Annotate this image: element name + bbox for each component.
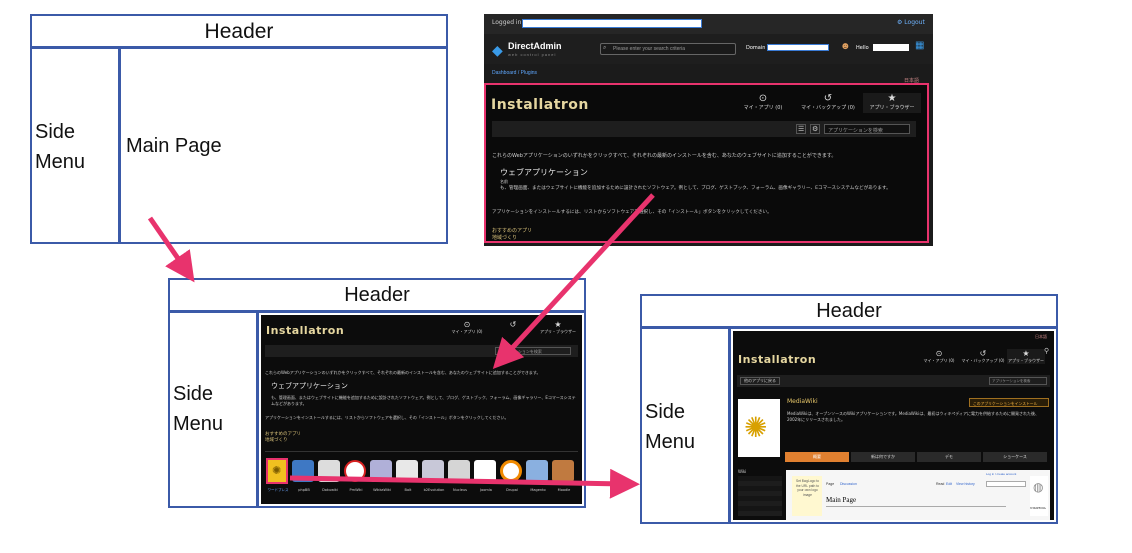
flow-arrows [147,193,655,499]
arrow-screenshot-to-wireframe2 [492,193,655,370]
arrow-wireframe1-to-wireframe2 [147,216,195,283]
arrow-app-icon-to-wireframe3 [289,468,640,499]
